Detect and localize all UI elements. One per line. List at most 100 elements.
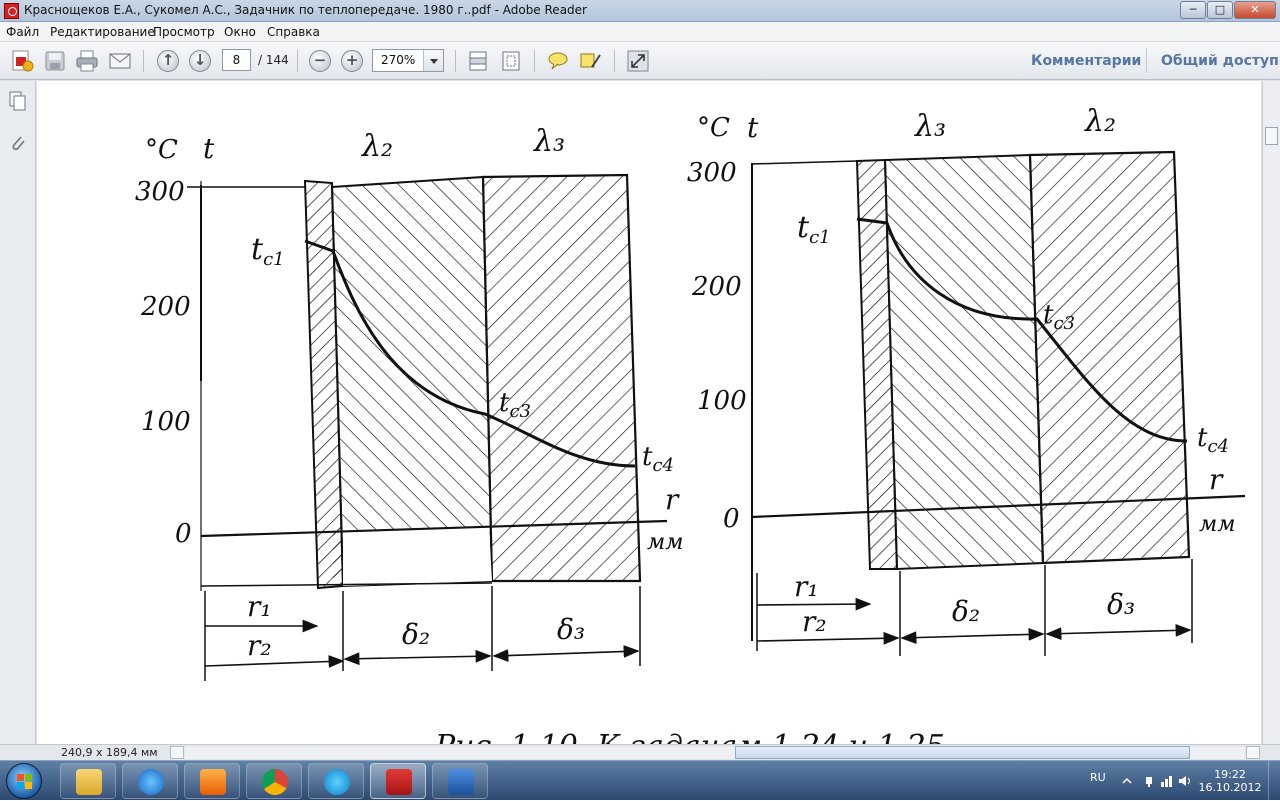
document-view[interactable]: °C t 300 200 100 0 λ₂ λ₃ tc1 tc3 tc4 r м… — [37, 81, 1261, 744]
language-indicator[interactable]: RU — [1090, 771, 1106, 784]
zoom-select[interactable]: 270% — [372, 49, 444, 72]
scroll-right-button[interactable] — [1246, 746, 1260, 759]
menu-help[interactable]: Справка — [267, 25, 320, 39]
taskbar-explorer[interactable] — [60, 763, 116, 799]
left-d2-arrow — [343, 649, 492, 666]
minimize-button[interactable]: ─ — [1180, 1, 1206, 19]
left-layer-lambda3 — [481, 173, 642, 583]
menu-view[interactable]: Просмотр — [153, 25, 215, 39]
title-bar: Краснощеков Е.А., Сукомел А.С., Задачник… — [0, 0, 1280, 22]
share-panel-link[interactable]: Общий доступ — [1161, 53, 1279, 69]
left-d3-label: δ₃ — [557, 613, 585, 646]
toolbar-separator — [534, 50, 535, 72]
right-tick-100: 100 — [697, 386, 747, 416]
taskbar-media-player[interactable] — [184, 763, 240, 799]
taskbar-skype[interactable] — [308, 763, 364, 799]
zoom-in-button[interactable]: + — [341, 50, 363, 72]
comments-panel-link[interactable]: Комментарии — [1031, 53, 1141, 69]
email-icon[interactable] — [108, 49, 132, 73]
taskbar-adobe-reader[interactable] — [370, 763, 426, 799]
navigation-pane — [0, 81, 36, 744]
volume-icon[interactable] — [1178, 774, 1192, 788]
windows-logo-icon — [17, 774, 32, 789]
left-layer-lambda2 — [330, 175, 494, 588]
network-icon[interactable] — [1160, 774, 1174, 788]
right-d3-arrow — [1045, 624, 1192, 640]
toolbar-separator — [614, 50, 615, 72]
right-top-edge — [751, 160, 858, 165]
fit-page-icon[interactable] — [499, 49, 523, 73]
page-number-input[interactable]: 8 — [222, 49, 251, 71]
left-d3-arrow — [492, 645, 640, 662]
left-d2-label: δ₂ — [402, 618, 430, 651]
right-lambda2-label: λ₂ — [1084, 104, 1116, 139]
save-icon[interactable] — [43, 49, 67, 73]
page-thumbnails-icon[interactable] — [9, 91, 27, 111]
system-clock[interactable]: 19:22 16.10.2012 — [1198, 768, 1262, 794]
window-controls: ─ □ ✕ — [1179, 1, 1276, 19]
right-lambda3-label: λ₃ — [914, 109, 946, 144]
horizontal-scroll-thumb[interactable] — [735, 746, 1190, 759]
clock-date: 16.10.2012 — [1198, 781, 1262, 794]
next-page-button[interactable]: ↓ — [189, 50, 211, 72]
left-white-mask — [343, 527, 492, 586]
right-r2-label: r₂ — [802, 605, 827, 638]
expand-icon[interactable] — [626, 49, 650, 73]
power-plug-icon[interactable] — [1142, 774, 1156, 788]
word-icon — [448, 769, 474, 795]
vertical-scroll-thumb[interactable] — [1265, 127, 1278, 145]
right-d3-label: δ₃ — [1107, 588, 1135, 621]
taskbar-chrome[interactable] — [246, 763, 302, 799]
create-pdf-icon[interactable] — [10, 49, 34, 73]
right-d2-arrow — [900, 628, 1045, 644]
left-t-label: t — [203, 132, 215, 165]
right-t-label: t — [747, 111, 759, 144]
chrome-icon — [262, 769, 288, 795]
right-diagram: °C t 300 200 100 0 λ₃ λ₂ tc1 tc3 tc4 r м… — [687, 104, 1246, 656]
status-bar: 240,9 x 189,4 мм — [0, 744, 1280, 760]
attachments-paperclip-icon[interactable] — [9, 133, 27, 153]
vertical-scrollbar[interactable] — [1262, 81, 1280, 744]
left-r-label: r — [665, 483, 680, 516]
left-r2-arrow — [204, 655, 345, 668]
figure-caption: Рис. 1-10. К задачам 1-24 и 1-25. — [434, 729, 954, 744]
adobe-reader-icon — [4, 3, 19, 19]
taskbar-internet-explorer[interactable] — [122, 763, 178, 799]
toolbar-separator — [297, 50, 298, 72]
toolbar-separator — [455, 50, 456, 72]
skype-icon — [324, 769, 350, 795]
menu-window[interactable]: Окно — [224, 25, 256, 39]
start-button[interactable] — [6, 763, 42, 799]
right-tc4-label: tc4 — [1197, 423, 1229, 457]
windows-taskbar: RU 19:22 16.10.2012 — [0, 760, 1280, 801]
zoom-out-button[interactable]: − — [309, 50, 331, 72]
maximize-button[interactable]: □ — [1207, 1, 1233, 19]
page-size-readout: 240,9 x 189,4 мм — [61, 746, 158, 759]
scroll-left-button[interactable] — [170, 746, 184, 759]
chevron-down-icon[interactable] — [423, 50, 443, 71]
close-button[interactable]: ✕ — [1234, 1, 1276, 19]
left-r2-label: r₂ — [247, 629, 272, 662]
right-mm-label: мм — [1199, 512, 1235, 537]
menu-edit[interactable]: Редактирование — [50, 25, 155, 39]
show-desktop-button[interactable] — [1268, 761, 1280, 801]
left-tick-300: 300 — [135, 177, 185, 207]
menu-bar: Файл Редактирование Просмотр Окно Справк… — [0, 22, 1280, 42]
taskbar-word[interactable] — [432, 763, 488, 799]
comment-icon[interactable] — [546, 49, 570, 73]
previous-page-button[interactable]: ↑ — [157, 50, 179, 72]
left-tick-100: 100 — [141, 407, 191, 437]
left-tick-0: 0 — [175, 519, 192, 549]
right-tick-200: 200 — [691, 272, 742, 302]
menu-file[interactable]: Файл — [6, 25, 39, 39]
internet-explorer-icon — [138, 769, 164, 795]
window-title: Краснощеков Е.А., Сукомел А.С., Задачник… — [24, 3, 587, 17]
toolbar-separator — [1146, 48, 1147, 73]
fit-width-icon[interactable] — [466, 49, 490, 73]
clock-time: 19:22 — [1214, 768, 1246, 781]
print-icon[interactable] — [75, 49, 99, 73]
highlight-text-icon[interactable] — [578, 49, 602, 73]
show-hidden-icons-icon[interactable] — [1120, 774, 1134, 788]
toolbar-separator — [143, 50, 144, 72]
right-tick-0: 0 — [723, 504, 740, 534]
